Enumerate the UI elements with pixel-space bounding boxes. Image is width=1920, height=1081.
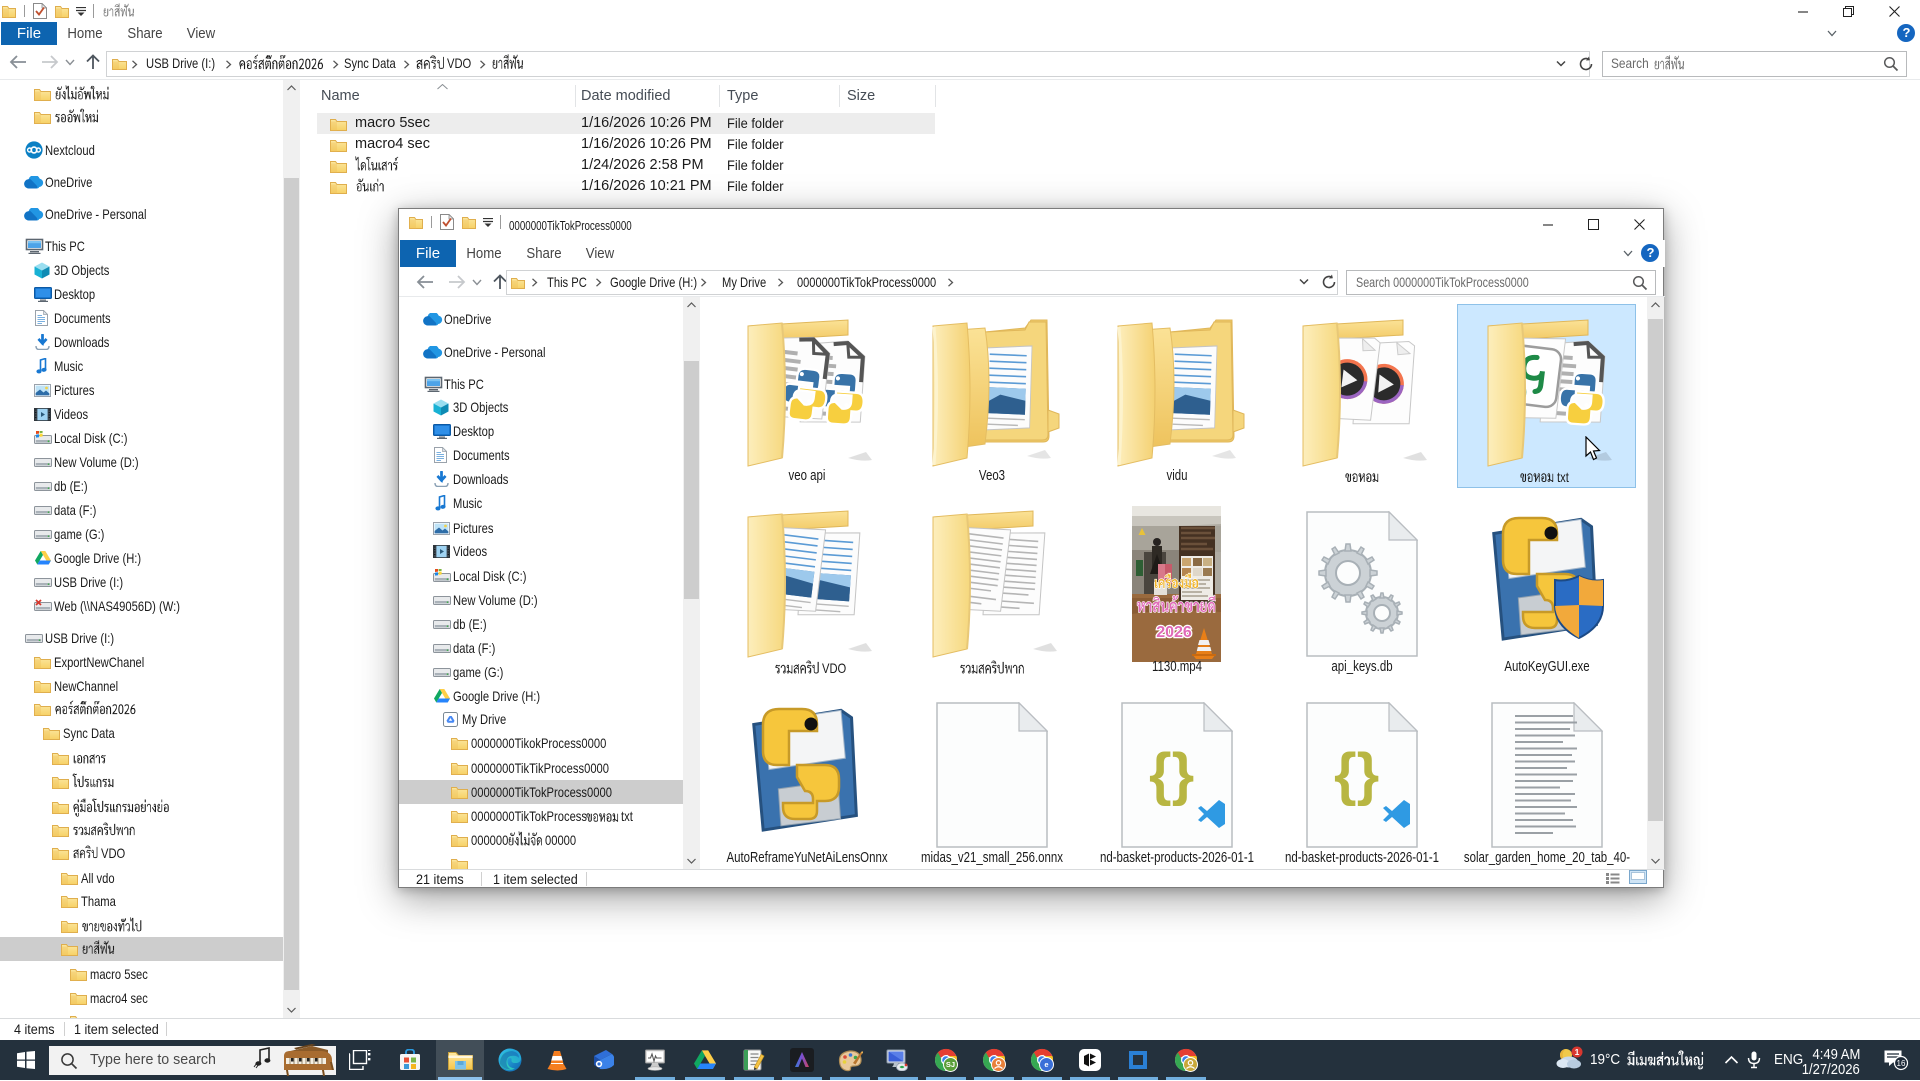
svg-text:{}: {} xyxy=(1149,742,1194,807)
svg-text:{}: {} xyxy=(1334,742,1379,807)
svg-text:SJ: SJ xyxy=(946,1060,955,1069)
svg-text:1: 1 xyxy=(1575,1047,1580,1057)
svg-text:16: 16 xyxy=(1897,1059,1906,1068)
svg-text:e: e xyxy=(1044,1060,1048,1069)
svg-text:2026: 2026 xyxy=(1156,624,1192,641)
